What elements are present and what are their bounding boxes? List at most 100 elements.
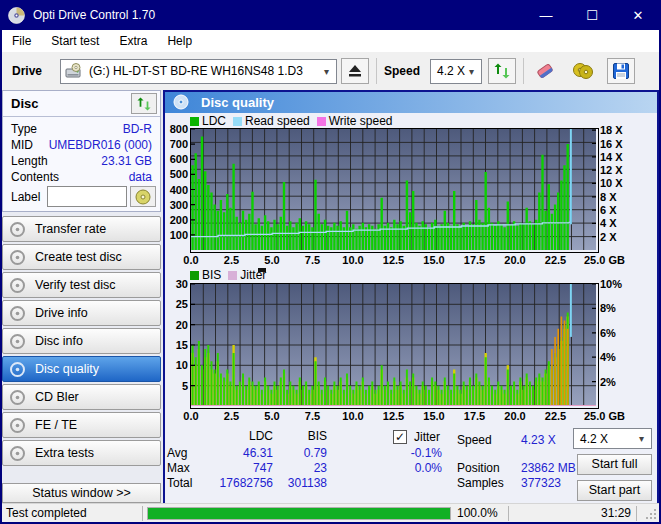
position-stat-value: 23862 MB xyxy=(521,461,576,475)
x-axis-tick: 10.0 xyxy=(342,254,363,266)
progress-percent: 100.0% xyxy=(457,506,498,520)
read-speed-swatch xyxy=(233,117,242,126)
menu-help[interactable]: Help xyxy=(157,30,202,52)
window-title: Opti Drive Control 1.70 xyxy=(33,8,155,22)
y-axis-tick: 5 xyxy=(182,380,188,392)
menu-start-test[interactable]: Start test xyxy=(41,30,109,52)
x-axis-tick: 15.0 xyxy=(423,254,444,266)
y2-axis-tick: 4 X xyxy=(600,217,617,229)
x-axis-tick: 20.0 xyxy=(504,254,525,266)
drive-label: Drive xyxy=(12,64,42,78)
statusbar-separator xyxy=(636,506,637,521)
avg-bis-value: 0.79 xyxy=(277,446,327,460)
eraser-icon xyxy=(535,62,555,80)
x-axis-tick: 22.5 xyxy=(545,410,566,422)
x-axis-tick: 5.0 xyxy=(264,254,279,266)
write-speed-swatch xyxy=(317,117,326,126)
nav-create-test-disc[interactable]: Create test disc xyxy=(2,244,161,270)
status-window-button[interactable]: Status window >> xyxy=(2,483,161,503)
menu-file[interactable]: File xyxy=(2,30,41,52)
nav-drive-info[interactable]: Drive info xyxy=(2,300,161,326)
y-axis-tick: 300 xyxy=(170,199,188,211)
avg-row-label: Avg xyxy=(167,446,187,460)
y2-axis-tick: 10 X xyxy=(600,177,623,189)
resize-grip[interactable] xyxy=(645,508,657,520)
minimize-button[interactable]: — xyxy=(523,0,569,30)
y2-axis-tick: 2 X xyxy=(600,231,617,243)
refresh-speed-button[interactable] xyxy=(488,58,516,84)
nav-label: Drive info xyxy=(35,306,88,320)
nav-extra-tests[interactable]: Extra tests xyxy=(2,440,161,466)
nav-cd-bler[interactable]: CD Bler xyxy=(2,384,161,410)
drive-combobox[interactable]: (G:) HL-DT-ST BD-RE WH16NS48 1.D3 ▾ xyxy=(60,59,337,84)
samples-stat-value: 377323 xyxy=(521,476,561,490)
total-ldc-value: 17682756 xyxy=(195,476,273,490)
nav-verify-test-disc[interactable]: Verify test disc xyxy=(2,272,161,298)
disc-length-label: Length xyxy=(11,154,48,168)
x-axis-tick: 0.0 xyxy=(183,254,198,266)
start-part-button[interactable]: Start part xyxy=(577,480,652,501)
y-axis-tick: 500 xyxy=(170,168,188,180)
y2-axis-tick: 8% xyxy=(600,302,616,314)
drive-value: (G:) HL-DT-ST BD-RE WH16NS48 1.D3 xyxy=(89,64,303,78)
discs-button[interactable] xyxy=(569,58,597,84)
sidebar: Disc Type BD-R MID UMEBDR016 (000) Lengt… xyxy=(2,90,163,503)
total-row-label: Total xyxy=(167,476,192,490)
speed-stat-value: 4.23 X xyxy=(521,433,556,447)
statusbar-separator xyxy=(508,506,509,521)
title-bar: Opti Drive Control 1.70 — ☐ ✕ xyxy=(0,0,661,30)
max-row-label: Max xyxy=(167,461,190,475)
y-axis-tick: 10 xyxy=(176,359,188,371)
y2-axis-tick: 18 X xyxy=(600,124,623,136)
x-axis-tick: 25.0 GB xyxy=(584,254,625,266)
disc-icon xyxy=(10,418,25,433)
maximize-button[interactable]: ☐ xyxy=(569,0,615,30)
statusbar-separator xyxy=(142,506,143,521)
disc-type-row: Type BD-R xyxy=(11,122,152,136)
chevron-down-icon: ▾ xyxy=(639,433,644,444)
save-icon xyxy=(613,63,629,79)
menu-extra[interactable]: Extra xyxy=(109,30,157,52)
eject-button[interactable] xyxy=(341,58,369,84)
disc-contents-value: data xyxy=(129,170,152,184)
disc-icon xyxy=(10,222,25,237)
nav-transfer-rate[interactable]: Transfer rate xyxy=(2,216,161,242)
save-button[interactable] xyxy=(607,58,635,84)
speed-combobox[interactable]: 4.2 X ▾ xyxy=(430,59,482,84)
y2-axis-tick: 16 X xyxy=(600,138,623,150)
app-window: Opti Drive Control 1.70 — ☐ ✕ File Start… xyxy=(0,0,661,524)
x-axis-tick: 0.0 xyxy=(183,410,198,422)
y-axis-tick: 800 xyxy=(170,123,188,135)
nav-fe-te[interactable]: FE / TE xyxy=(2,412,161,438)
max-bis-value: 23 xyxy=(277,461,327,475)
status-bar: Test completed 100.0% 31:29 xyxy=(2,503,659,522)
nav-disc-quality[interactable]: Disc quality xyxy=(2,356,161,382)
bis-jitter-chart xyxy=(190,283,599,409)
disc-type-value: BD-R xyxy=(123,122,152,136)
start-full-button[interactable]: Start full xyxy=(577,454,652,475)
ldc-column-header: LDC xyxy=(195,429,273,443)
speed-stat-label: Speed xyxy=(457,433,492,447)
disc-icon xyxy=(10,446,25,461)
disc-label-input[interactable] xyxy=(47,186,127,207)
position-stat-label: Position xyxy=(457,461,500,475)
y-axis-tick: 200 xyxy=(170,214,188,226)
x-axis-tick: 2.5 xyxy=(224,410,239,422)
write-speed-legend-label: Write speed xyxy=(329,114,393,128)
disc-icon xyxy=(10,306,25,321)
erase-disc-button[interactable] xyxy=(531,58,559,84)
speed-select-combobox[interactable]: 4.2 X ▾ xyxy=(573,428,652,449)
close-button[interactable]: ✕ xyxy=(615,0,661,30)
chevron-down-icon: ▾ xyxy=(469,66,474,77)
disc-mid-row: MID UMEBDR016 (000) xyxy=(11,138,152,152)
toolbar: Drive (G:) HL-DT-ST BD-RE WH16NS48 1.D3 … xyxy=(2,52,659,90)
jitter-checkbox[interactable]: ✓ xyxy=(393,430,407,444)
samples-stat-label: Samples xyxy=(457,476,504,490)
disc-icon xyxy=(10,278,25,293)
disc-icon xyxy=(10,334,25,349)
disc-label-button[interactable] xyxy=(130,186,156,207)
x-axis-tick: 17.5 xyxy=(464,254,485,266)
nav-disc-info[interactable]: Disc info xyxy=(2,328,161,354)
nav-label: Verify test disc xyxy=(35,278,116,292)
refresh-disc-button[interactable] xyxy=(131,93,157,114)
